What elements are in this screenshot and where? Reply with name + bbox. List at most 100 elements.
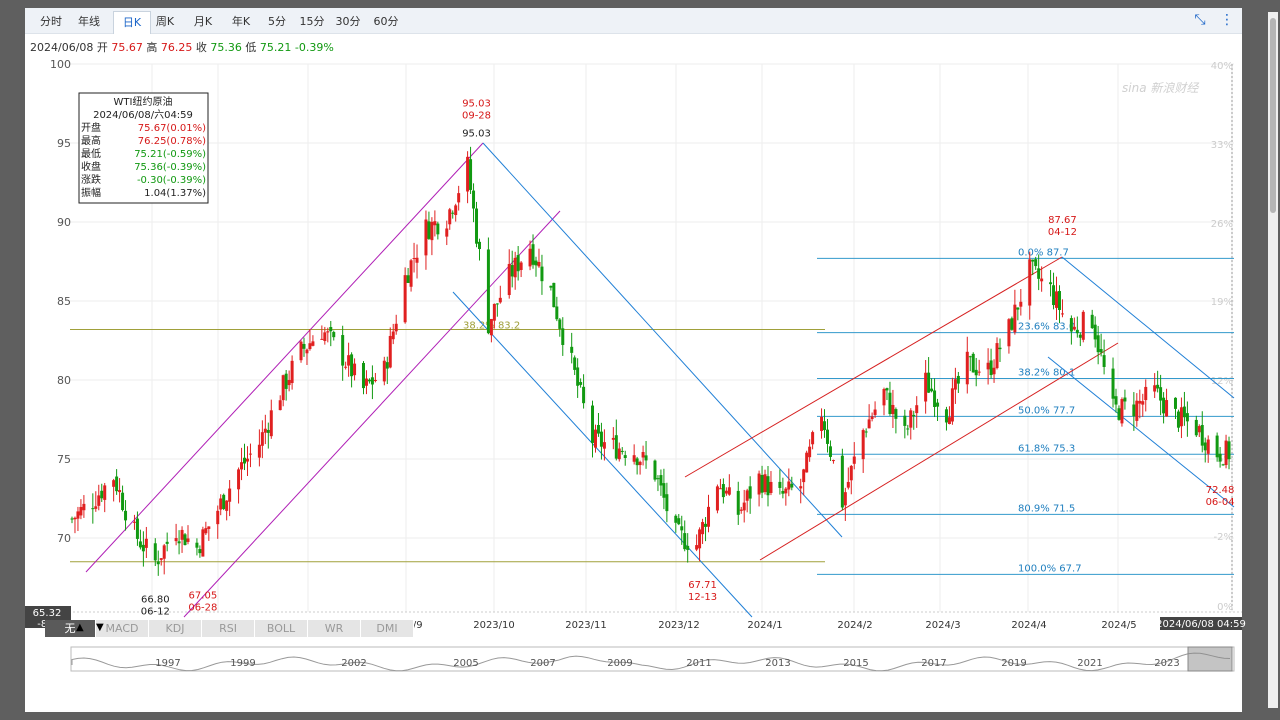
candle-body-176 (802, 469, 806, 483)
candle-body-236 (1052, 285, 1056, 306)
candle-body-266 (1176, 411, 1180, 428)
candle-body-59 (311, 341, 315, 346)
candle-body-213 (953, 379, 957, 390)
indicator-tab-6[interactable]: DMI (361, 620, 414, 637)
tooltip-row-value-4: -0.30(-0.39%) (137, 175, 206, 186)
pct-tick-2: 26% (1211, 219, 1233, 230)
navigator-year-1: 1999 (230, 658, 255, 669)
candle-body-105 (507, 263, 511, 296)
candle-body-52 (284, 373, 288, 389)
candle-body-150 (695, 545, 699, 550)
candle-body-170 (778, 481, 782, 488)
indicator-tab-5[interactable]: WR (308, 620, 361, 637)
candle-body-25 (174, 538, 178, 542)
navigator-year-12: 2023 (1154, 658, 1179, 669)
scroll-down-button[interactable]: ▼ (96, 622, 104, 633)
tooltip-row-value-3: 75.36(-0.39%) (134, 162, 206, 173)
candle-body-232 (1034, 259, 1038, 267)
candle-body-245 (1090, 314, 1094, 329)
candle-body-131 (614, 435, 618, 459)
candle-body-126 (593, 429, 597, 448)
y-tick-label-2: 90 (57, 216, 71, 229)
candle-body-68 (350, 354, 354, 377)
candle-body-31 (198, 549, 202, 554)
candle-body-30 (195, 542, 199, 548)
candle-body-149 (686, 545, 690, 550)
y-tick-label-1: 95 (57, 137, 71, 150)
candle-body-50 (278, 400, 282, 411)
candle-body-17 (138, 541, 142, 548)
candle-body-79 (394, 323, 398, 332)
indicator-tab-2[interactable]: KDJ (149, 620, 202, 637)
candle-body-0 (70, 518, 74, 520)
candle-body-231 (1031, 259, 1035, 262)
candle-body-234 (1040, 278, 1044, 282)
candle-body-56 (302, 343, 306, 349)
candle-body-163 (745, 490, 749, 501)
x-tick-label-6: 2023/12 (658, 620, 700, 631)
candle-body-16 (135, 518, 139, 539)
candle-body-189 (852, 456, 856, 464)
scroll-up-button[interactable]: ▲ (76, 622, 84, 633)
candle-body-118 (558, 319, 562, 329)
candle-body-230 (1028, 259, 1032, 306)
trend-line-0 (85, 142, 484, 573)
tooltip-row-value-0: 75.67(0.01%) (138, 123, 206, 134)
candle-body-173 (787, 481, 791, 490)
pct-tick-3: 19% (1211, 297, 1233, 308)
candle-body-220 (986, 362, 990, 370)
annotation-value-5: 87.67 (1048, 215, 1077, 226)
candle-body-223 (995, 343, 999, 369)
candle-body-185 (840, 455, 844, 508)
candle-body-132 (617, 448, 621, 460)
candle-body-226 (1010, 318, 1014, 330)
candle-body-269 (1185, 413, 1189, 422)
navigator-year-10: 2019 (1001, 658, 1026, 669)
candle-body-256 (1135, 400, 1139, 421)
candle-body-175 (799, 486, 803, 489)
y-tick-label-6: 70 (57, 532, 71, 545)
ohlc-tooltip: WTI纽约原油2024/06/08/六04:59开盘 75.67(0.01%) 最高… (78, 92, 209, 204)
candle-body-246 (1093, 324, 1097, 340)
candle-body-147 (680, 526, 684, 531)
candle-body-26 (177, 541, 181, 544)
candle-body-123 (579, 382, 583, 385)
candle-body-28 (183, 534, 187, 546)
candle-body-7 (97, 495, 101, 506)
candle-body-9 (103, 485, 107, 500)
navigator-year-8: 2015 (843, 658, 868, 669)
candle-body-138 (641, 452, 645, 458)
navigator-year-4: 2007 (530, 658, 555, 669)
candle-body-145 (674, 515, 678, 523)
candle-body-200 (903, 415, 907, 426)
candle-body-153 (704, 523, 708, 527)
candlestick-chart[interactable]: 10095908580757040%33%26%19%12%5%-2%0%sin… (0, 0, 1280, 720)
candle-body-162 (742, 502, 746, 511)
candle-body-101 (489, 318, 493, 336)
candle-body-136 (635, 458, 639, 466)
navigator-year-3: 2005 (453, 658, 478, 669)
indicator-tab-0[interactable]: 无 (45, 620, 96, 637)
indicator-tab-4[interactable]: BOLL (255, 620, 308, 637)
navigator-year-5: 2009 (607, 658, 632, 669)
candle-body-143 (662, 483, 666, 498)
indicator-tab-3[interactable]: RSI (202, 620, 255, 637)
fib-label-2: 38.2% 80.1 (1018, 367, 1075, 378)
candle-body-85 (424, 219, 428, 256)
candle-body-48 (266, 429, 270, 433)
candle-body-83 (412, 258, 416, 260)
candle-body-63 (329, 327, 333, 332)
candle-body-203 (912, 414, 916, 417)
candle-body-275 (1215, 435, 1219, 458)
candle-body-258 (1141, 401, 1145, 405)
candle-body-242 (1075, 329, 1079, 334)
candle-body-130 (611, 437, 615, 440)
candle-body-88 (433, 221, 437, 226)
candle-body-96 (469, 159, 473, 190)
candle-body-225 (1007, 319, 1011, 347)
candle-body-15 (132, 521, 136, 523)
candle-body-178 (808, 446, 812, 458)
candle-body-210 (944, 409, 948, 423)
fib-label-3: 50.0% 77.7 (1018, 405, 1075, 416)
candle-body-82 (409, 260, 413, 287)
